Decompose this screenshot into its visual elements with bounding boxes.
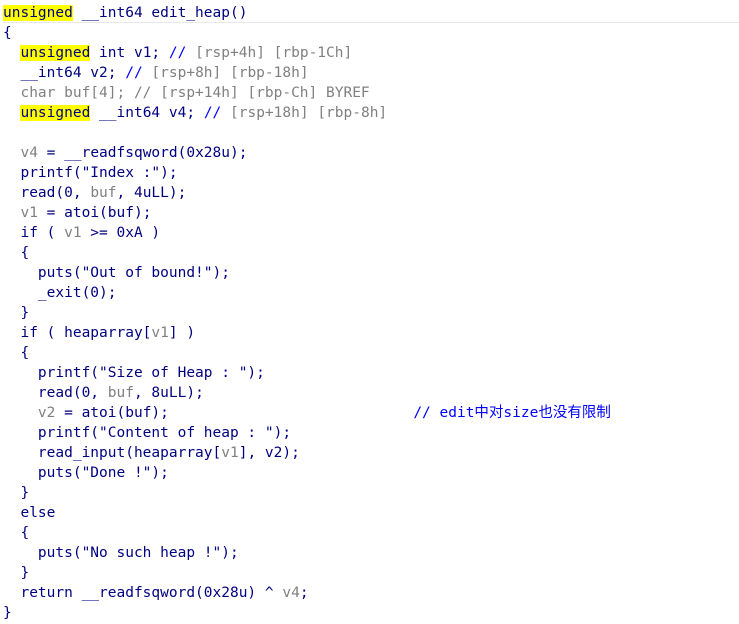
code-token[interactable]: __int64 v4;	[90, 105, 204, 121]
code-token[interactable]: puts("Out of bound!");	[3, 265, 230, 281]
highlighted-keyword[interactable]: unsigned	[3, 5, 73, 21]
code-line[interactable]: puts("Done !");	[3, 463, 739, 483]
code-line[interactable]: return __readfsqword(0x28u) ^ v4;	[3, 583, 739, 603]
code-token[interactable]	[3, 405, 38, 421]
code-token[interactable]: }	[3, 605, 12, 621]
code-line[interactable]: {	[3, 343, 739, 363]
code-token[interactable]: }	[3, 565, 29, 581]
code-line[interactable]: v4 = __readfsqword(0x28u);	[3, 143, 739, 163]
code-token[interactable]	[3, 145, 20, 161]
code-token[interactable]: {	[3, 245, 29, 261]
code-token[interactable]: }	[3, 305, 29, 321]
code-token[interactable]: ], v2);	[239, 445, 300, 461]
code-line[interactable]: printf("Content of heap : ");	[3, 423, 739, 443]
code-variable[interactable]: v4	[20, 145, 37, 161]
code-comment[interactable]: //	[204, 105, 230, 121]
code-token[interactable]: ] )	[169, 325, 195, 341]
code-line[interactable]	[3, 123, 739, 143]
code-token[interactable]: = atoi(buf);	[55, 405, 413, 421]
code-token[interactable]: >= 0xA )	[82, 225, 160, 241]
code-line[interactable]: else	[3, 503, 739, 523]
code-variable[interactable]: [rsp+4h] [rbp-1Ch]	[195, 45, 352, 61]
code-line[interactable]: unsigned __int64 v4; // [rsp+18h] [rbp-8…	[3, 103, 739, 123]
highlighted-keyword[interactable]: unsigned	[20, 105, 91, 121]
code-variable[interactable]: v1	[64, 225, 81, 241]
code-variable[interactable]: buf	[108, 385, 134, 401]
code-variable[interactable]: v1	[151, 325, 168, 341]
code-token[interactable]: puts("Done !");	[3, 465, 169, 481]
code-line[interactable]: }	[3, 483, 739, 503]
code-line[interactable]: read(0, buf, 4uLL);	[3, 183, 739, 203]
code-token[interactable]: }	[3, 485, 29, 501]
code-token[interactable]: = atoi(buf);	[38, 205, 152, 221]
code-variable[interactable]: v4	[282, 585, 299, 601]
code-line[interactable]: puts("No such heap !");	[3, 543, 739, 563]
code-line[interactable]: printf("Index :");	[3, 163, 739, 183]
code-token[interactable]: read(0,	[3, 185, 90, 201]
code-line[interactable]: {	[3, 243, 739, 263]
code-line[interactable]: printf("Size of Heap : ");	[3, 363, 739, 383]
code-token[interactable]: return __readfsqword(0x28u) ^	[3, 585, 282, 601]
code-comment[interactable]: //	[169, 45, 195, 61]
code-token[interactable]: , 8uLL);	[134, 385, 204, 401]
code-comment[interactable]: //	[125, 65, 151, 81]
code-variable[interactable]: char buf[4]; // [rsp+14h] [rbp-Ch] BYREF	[3, 85, 369, 101]
code-token[interactable]: if ( heaparray[	[3, 325, 151, 341]
code-variable[interactable]: [rsp+8h] [rbp-18h]	[151, 65, 308, 81]
code-line[interactable]: unsigned int v1; // [rsp+4h] [rbp-1Ch]	[3, 43, 739, 63]
highlighted-keyword[interactable]: unsigned	[20, 45, 91, 61]
code-variable[interactable]: v1	[221, 445, 238, 461]
code-token[interactable]: read_input(heaparray[	[3, 445, 221, 461]
code-line[interactable]: read_input(heaparray[v1], v2);	[3, 443, 739, 463]
pseudocode-view[interactable]: unsigned __int64 edit_heap() { unsigned i…	[3, 3, 739, 623]
code-token[interactable]: printf("Content of heap : ");	[3, 425, 291, 441]
code-token[interactable]	[3, 205, 20, 221]
code-token[interactable]: __int64 edit_heap()	[73, 5, 248, 21]
code-token[interactable]: if (	[3, 225, 64, 241]
code-token[interactable]: __int64 v2;	[3, 65, 125, 81]
code-comment[interactable]: // edit中对size也没有限制	[413, 405, 611, 421]
code-line[interactable]: char buf[4]; // [rsp+14h] [rbp-Ch] BYREF	[3, 83, 739, 103]
code-token[interactable]: {	[3, 25, 12, 41]
code-token[interactable]: puts("No such heap !");	[3, 545, 239, 561]
code-token[interactable]: printf("Size of Heap : ");	[3, 365, 265, 381]
code-line[interactable]: __int64 v2; // [rsp+8h] [rbp-18h]	[3, 63, 739, 83]
code-line[interactable]: _exit(0);	[3, 283, 739, 303]
function-signature-line[interactable]: unsigned __int64 edit_heap()	[3, 3, 739, 23]
code-line[interactable]: puts("Out of bound!");	[3, 263, 739, 283]
code-line[interactable]: v2 = atoi(buf); // edit中对size也没有限制	[3, 403, 739, 423]
code-line[interactable]: {	[3, 23, 739, 43]
code-variable[interactable]: buf	[90, 185, 116, 201]
code-line[interactable]: {	[3, 523, 739, 543]
code-token[interactable]: ;	[300, 585, 309, 601]
code-token[interactable]: = __readfsqword(0x28u);	[38, 145, 248, 161]
code-token[interactable]: _exit(0);	[3, 285, 117, 301]
code-line[interactable]: }	[3, 303, 739, 323]
code-variable[interactable]: v1	[20, 205, 37, 221]
code-token[interactable]: printf("Index :");	[3, 165, 177, 181]
code-line[interactable]: if ( heaparray[v1] )	[3, 323, 739, 343]
code-line[interactable]: }	[3, 563, 739, 583]
code-line[interactable]: read(0, buf, 8uLL);	[3, 383, 739, 403]
code-line[interactable]: }	[3, 603, 739, 623]
code-token[interactable]: {	[3, 345, 29, 361]
code-variable[interactable]: v2	[38, 405, 55, 421]
code-token[interactable]	[3, 45, 20, 61]
code-token[interactable]: read(0,	[3, 385, 108, 401]
code-token[interactable]	[3, 105, 20, 121]
code-line[interactable]: v1 = atoi(buf);	[3, 203, 739, 223]
code-token[interactable]: int v1;	[90, 45, 169, 61]
code-variable[interactable]: [rsp+18h] [rbp-8h]	[230, 105, 387, 121]
code-token[interactable]: , 4uLL);	[117, 185, 187, 201]
code-token[interactable]: {	[3, 525, 29, 541]
code-line[interactable]: if ( v1 >= 0xA )	[3, 223, 739, 243]
code-token[interactable]: else	[3, 505, 55, 521]
